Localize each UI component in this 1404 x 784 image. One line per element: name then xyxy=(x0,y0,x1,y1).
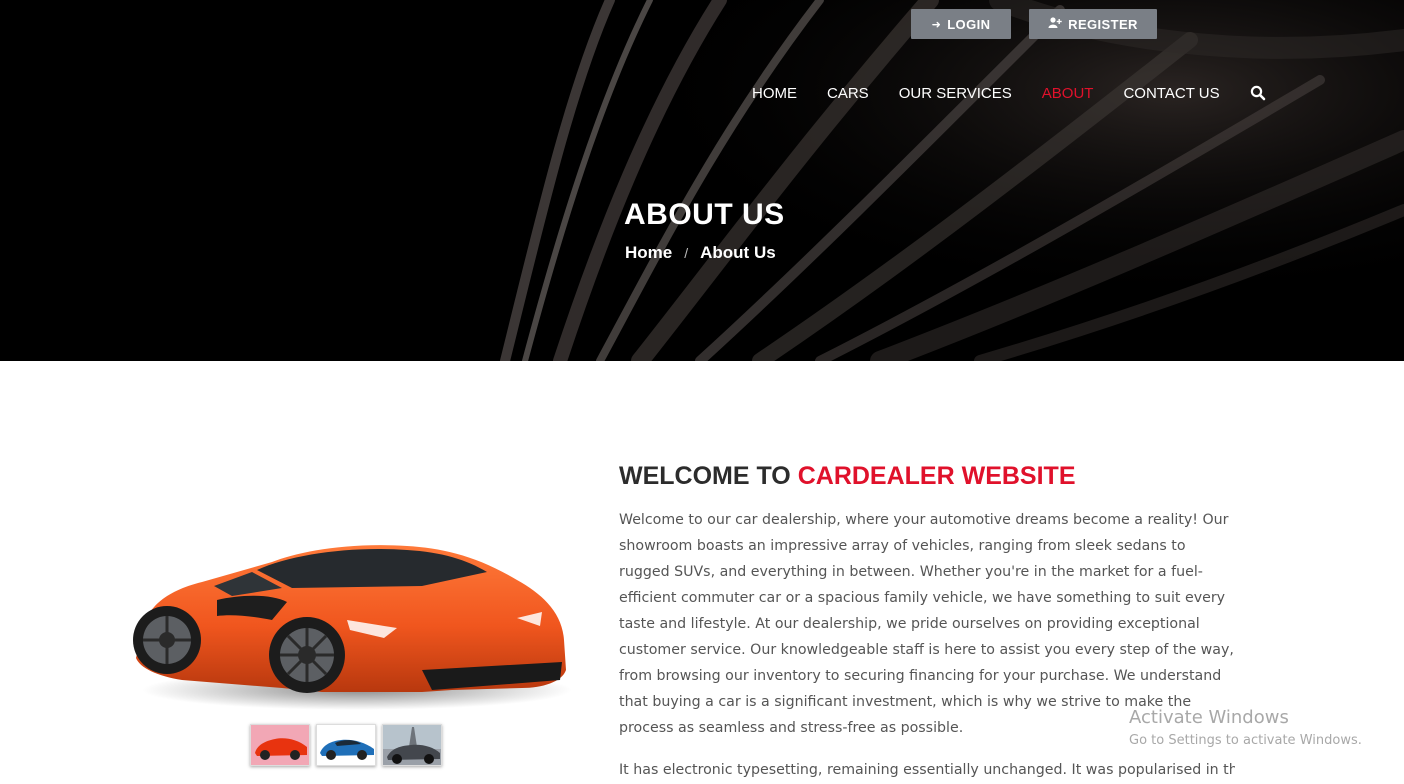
breadcrumb: Home / About Us xyxy=(625,243,776,263)
about-paragraph-secondary: It has electronic typesetting, remaining… xyxy=(619,762,1235,778)
windows-activation-watermark: Activate Windows Go to Settings to activ… xyxy=(1129,706,1362,752)
watermark-subtitle: Go to Settings to activate Windows. xyxy=(1129,733,1362,748)
hero-background-streaks xyxy=(480,0,1404,361)
search-icon[interactable] xyxy=(1250,85,1266,101)
nav-item-our-services[interactable]: OUR SERVICES xyxy=(899,85,1012,102)
thumbnail-orange-sports-car[interactable] xyxy=(250,724,310,766)
nav-item-home[interactable]: HOME xyxy=(752,85,797,102)
nav-item-cars[interactable]: CARS xyxy=(827,85,869,102)
watermark-title: Activate Windows xyxy=(1129,707,1289,728)
login-button[interactable]: ➜ LOGIN xyxy=(911,9,1011,39)
register-button[interactable]: REGISTER xyxy=(1029,9,1157,39)
thumbnail-blue-sedan[interactable] xyxy=(316,724,376,766)
welcome-heading: WELCOME TO CARDEALER WEBSITE xyxy=(619,462,1076,491)
page-title: ABOUT US xyxy=(624,198,785,231)
hero-banner: ➜ LOGIN REGISTER HOME CARS OUR SERVICES … xyxy=(0,0,1404,361)
main-nav: HOME CARS OUR SERVICES ABOUT CONTACT US xyxy=(752,83,1266,103)
thumbnail-grey-car[interactable] xyxy=(382,724,442,766)
nav-item-contact-us[interactable]: CONTACT US xyxy=(1123,85,1219,102)
breadcrumb-separator: / xyxy=(684,245,689,261)
login-label: LOGIN xyxy=(947,16,991,32)
car-gallery-thumbnails xyxy=(250,724,442,766)
welcome-heading-accent: CARDEALER WEBSITE xyxy=(797,462,1076,490)
welcome-heading-prefix: WELCOME TO xyxy=(619,462,791,490)
featured-car-image xyxy=(133,545,572,710)
sign-in-icon: ➜ xyxy=(931,18,942,31)
user-plus-icon xyxy=(1048,17,1062,31)
breadcrumb-current: About Us xyxy=(700,243,776,262)
register-label: REGISTER xyxy=(1068,16,1138,32)
breadcrumb-home[interactable]: Home xyxy=(625,243,672,263)
nav-item-about[interactable]: ABOUT xyxy=(1042,85,1094,102)
